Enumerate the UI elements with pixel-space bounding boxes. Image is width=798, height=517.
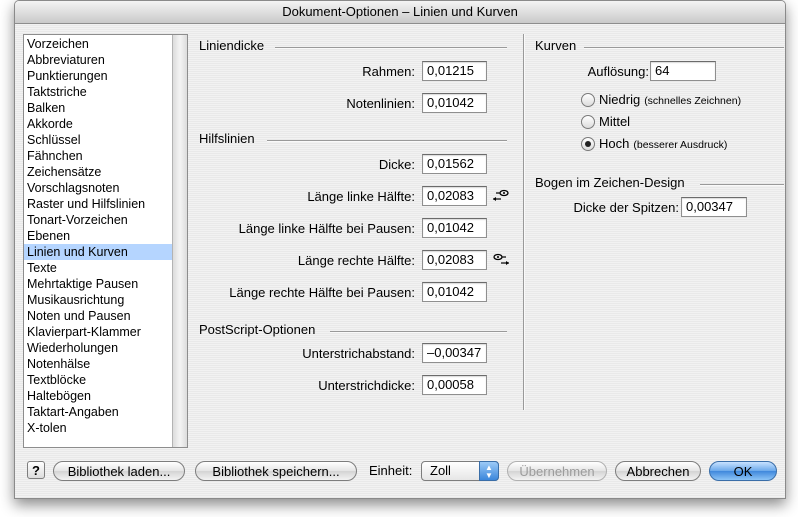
dialog-window: Dokument-Optionen – Linien und Kurven Vo…: [14, 0, 786, 499]
laenge-rechts-label: Länge rechte Hälfte:: [297, 253, 415, 268]
unterstrichabstand-label: Unterstrichabstand:: [302, 346, 415, 361]
divider: [330, 331, 507, 333]
list-scrollbar[interactable]: [172, 35, 187, 447]
radio-label-text: Niedrig: [599, 92, 641, 107]
divider: [267, 140, 507, 142]
laenge-links-field[interactable]: 0,02083: [422, 186, 487, 206]
radio-mittel[interactable]: [581, 115, 595, 129]
link-arrows-icon[interactable]: [491, 252, 511, 268]
dicke-spitzen-label: Dicke der Spitzen:: [573, 200, 680, 215]
list-item[interactable]: Raster und Hilfslinien: [24, 196, 174, 212]
list-item[interactable]: Musikausrichtung: [24, 292, 174, 308]
unterstrichdicke-field[interactable]: 0,00058: [422, 375, 487, 395]
list-item[interactable]: Zeichensätze: [24, 164, 174, 180]
rahmen-field[interactable]: 0,01215: [422, 61, 487, 81]
window-title: Dokument-Optionen – Linien und Kurven: [15, 1, 785, 24]
help-button[interactable]: ?: [27, 461, 45, 479]
unterstrichdicke-label: Unterstrichdicke:: [318, 378, 415, 393]
section-title-kurven: Kurven: [535, 38, 577, 53]
list-item[interactable]: Punktierungen: [24, 68, 174, 84]
apply-button[interactable]: Übernehmen: [507, 461, 607, 481]
unterstrichabstand-field[interactable]: –0,00347: [422, 343, 487, 363]
radio-note: (schnelles Zeichnen): [644, 95, 742, 107]
category-list-items: Vorzeichen Abbreviaturen Punktierungen Takt…: [24, 36, 174, 436]
list-item[interactable]: Schlüssel: [24, 132, 174, 148]
link-arrows-icon[interactable]: [491, 188, 511, 204]
hilfslinien-dicke-label: Dicke:: [378, 157, 415, 172]
section-title-postscript: PostScript-Optionen: [199, 322, 316, 337]
list-item[interactable]: Notenhälse: [24, 356, 174, 372]
notenlinien-field[interactable]: 0,01042: [422, 93, 487, 113]
list-item[interactable]: Haltebögen: [24, 388, 174, 404]
radio-niedrig[interactable]: [581, 93, 595, 107]
list-item[interactable]: Vorzeichen: [24, 36, 174, 52]
divider: [275, 47, 507, 49]
radio-hoch[interactable]: [581, 137, 595, 151]
list-item[interactable]: Klavierpart-Klammer: [24, 324, 174, 340]
list-item[interactable]: Vorschlagsnoten: [24, 180, 174, 196]
list-item[interactable]: Textblöcke: [24, 372, 174, 388]
ok-button[interactable]: OK: [709, 461, 777, 481]
list-item[interactable]: Taktart-Angaben: [24, 404, 174, 420]
radio-note: (besserer Ausdruck): [633, 139, 728, 151]
list-item[interactable]: Mehrtaktige Pausen: [24, 276, 174, 292]
list-item[interactable]: Linien und Kurven: [24, 244, 174, 260]
laenge-links-label: Länge linke Hälfte:: [307, 189, 415, 204]
list-item[interactable]: Balken: [24, 100, 174, 116]
list-item[interactable]: Fähnchen: [24, 148, 174, 164]
section-title-liniendicke: Liniendicke: [199, 38, 265, 53]
cancel-button[interactable]: Abbrechen: [615, 461, 701, 481]
dialog-content: Vorzeichen Abbreviaturen Punktierungen Takt…: [15, 24, 785, 498]
rahmen-label: Rahmen:: [362, 64, 415, 79]
laenge-rechts-field[interactable]: 0,02083: [422, 250, 487, 270]
hilfslinien-dicke-field[interactable]: 0,01562: [422, 154, 487, 174]
list-item[interactable]: Ebenen: [24, 228, 174, 244]
radio-label-text: Mittel: [599, 114, 631, 129]
list-item[interactable]: Taktstriche: [24, 84, 174, 100]
laenge-links-pausen-field[interactable]: 0,01042: [422, 218, 487, 238]
category-list[interactable]: Vorzeichen Abbreviaturen Punktierungen Takt…: [23, 34, 188, 448]
radio-niedrig-label[interactable]: Niedrig (schnelles Zeichnen): [599, 92, 741, 107]
divider: [584, 47, 784, 49]
radio-hoch-label[interactable]: Hoch (besserer Ausdruck): [599, 136, 727, 151]
dicke-spitzen-field[interactable]: 0,00347: [681, 197, 747, 217]
aufloesung-field[interactable]: 64: [650, 61, 716, 81]
laenge-links-pausen-label: Länge linke Hälfte bei Pausen:: [238, 221, 415, 236]
section-title-bogen: Bogen im Zeichen-Design: [535, 175, 685, 190]
select-arrows-icon: ▲ ▼: [479, 461, 499, 481]
list-item[interactable]: Wiederholungen: [24, 340, 174, 356]
unit-select[interactable]: Zoll ▲ ▼: [421, 461, 499, 481]
list-item[interactable]: Noten und Pausen: [24, 308, 174, 324]
list-item[interactable]: Abbreviaturen: [24, 52, 174, 68]
aufloesung-label: Auflösung:: [587, 64, 649, 79]
list-item[interactable]: Texte: [24, 260, 174, 276]
load-library-button[interactable]: Bibliothek laden...: [53, 461, 185, 481]
divider: [700, 184, 784, 186]
list-item[interactable]: X-tolen: [24, 420, 174, 436]
laenge-rechts-pausen-field[interactable]: 0,01042: [422, 282, 487, 302]
section-title-hilfslinien: Hilfslinien: [199, 131, 255, 146]
laenge-rechts-pausen-label: Länge rechte Hälfte bei Pausen:: [229, 285, 415, 300]
unit-label: Einheit:: [369, 463, 413, 478]
list-item[interactable]: Tonart-Vorzeichen: [24, 212, 174, 228]
list-item[interactable]: Akkorde: [24, 116, 174, 132]
unit-select-value: Zoll: [430, 463, 451, 478]
notenlinien-label: Notenlinien:: [346, 96, 415, 111]
save-library-button[interactable]: Bibliothek speichern...: [195, 461, 357, 481]
radio-mittel-label[interactable]: Mittel: [599, 114, 630, 129]
column-divider: [523, 34, 525, 410]
radio-label-text: Hoch: [599, 136, 630, 151]
